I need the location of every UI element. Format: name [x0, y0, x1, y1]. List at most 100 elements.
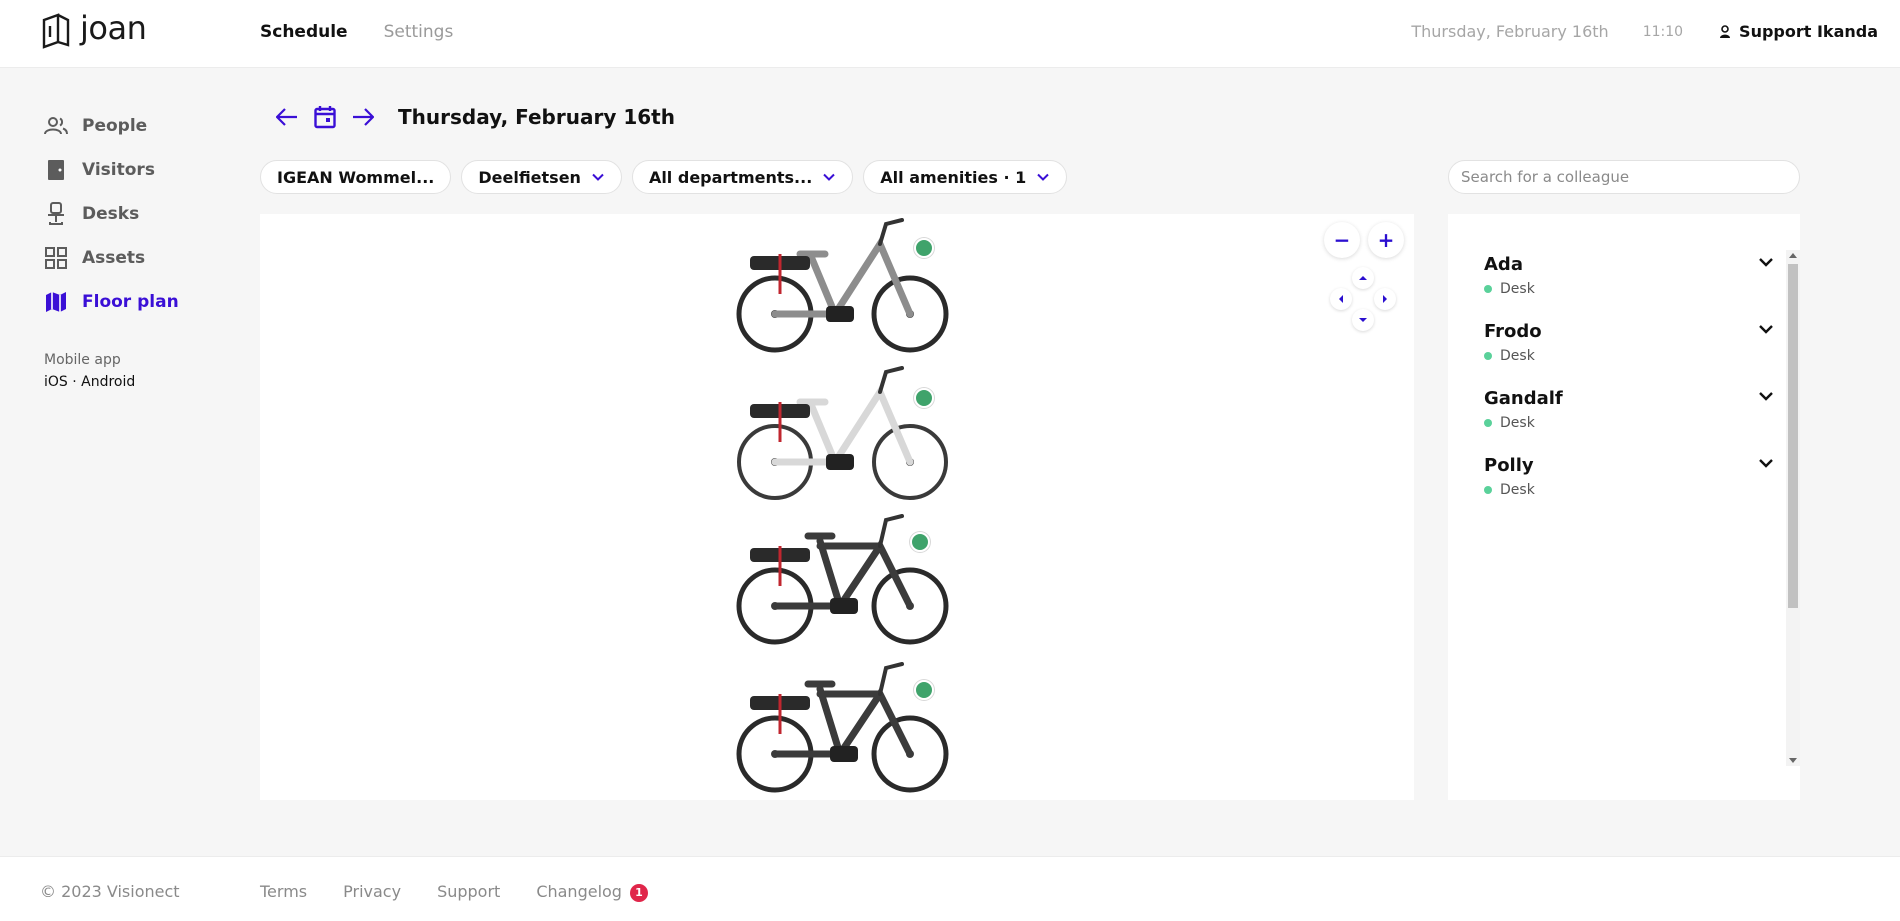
pan-left-button[interactable]: [1330, 288, 1352, 310]
chevron-down-icon[interactable]: [1758, 323, 1774, 335]
person-item[interactable]: Frodo Desk: [1484, 321, 1774, 364]
mobile-app-label: Mobile app: [44, 352, 121, 368]
status-dot: [1484, 352, 1492, 360]
person-name: Gandalf: [1484, 388, 1563, 409]
chevron-down-icon: [1037, 173, 1049, 181]
top-nav: Schedule Settings: [260, 22, 453, 42]
status-dot: [1484, 486, 1492, 494]
header-time: 11:10: [1642, 23, 1684, 40]
sidebar-item-label: Assets: [82, 248, 146, 268]
assignment-type: Desk: [1500, 281, 1535, 297]
sidebar-item-label: People: [82, 116, 148, 136]
tab-settings[interactable]: Settings: [384, 22, 454, 42]
colleague-search-input[interactable]: [1448, 160, 1800, 194]
person-item[interactable]: Gandalf Desk: [1484, 388, 1774, 431]
sidebar-item-assets[interactable]: Assets: [44, 236, 244, 280]
sidebar-item-people[interactable]: People: [44, 104, 244, 148]
bike-image-4[interactable]: [730, 654, 960, 794]
chair-icon: [44, 202, 68, 226]
changelog-badge: 1: [629, 883, 648, 902]
terms-link[interactable]: Terms: [260, 882, 307, 902]
chevron-down-icon[interactable]: [1758, 256, 1774, 268]
person-item[interactable]: Ada Desk: [1484, 254, 1774, 297]
pan-right-button[interactable]: [1374, 288, 1396, 310]
sidebar: People Visitors Desks Assets Floor plan …: [44, 104, 244, 390]
caret-left-icon: [1339, 295, 1343, 303]
changelog-link[interactable]: Changelog 1: [536, 882, 648, 902]
floor-filter[interactable]: Deelfietsen: [461, 160, 622, 194]
caret-up-icon: [1359, 276, 1367, 280]
sidebar-item-label: Desks: [82, 204, 140, 224]
departments-filter[interactable]: All departments...: [631, 160, 854, 194]
caret-right-icon: [1383, 295, 1387, 303]
floor-plan-map[interactable]: − +: [260, 214, 1414, 800]
mobile-app-section: Mobile app iOS · Android: [44, 352, 244, 390]
status-dot: [1484, 419, 1492, 427]
next-day-button[interactable]: [350, 102, 376, 132]
scroll-up-arrow[interactable]: [1789, 253, 1797, 258]
caret-down-icon: [1359, 318, 1367, 322]
location-filter-label: IGEAN Wommel...: [277, 167, 435, 187]
bike-image-3[interactable]: [730, 506, 960, 646]
pan-up-button[interactable]: [1352, 267, 1374, 289]
bike-image-1[interactable]: [730, 214, 960, 354]
prev-day-button[interactable]: [274, 102, 300, 132]
sidebar-item-visitors[interactable]: Visitors: [44, 148, 244, 192]
grid-icon: [44, 246, 68, 270]
person-name: Polly: [1484, 455, 1534, 476]
user-menu[interactable]: Support Ikanda: [1719, 22, 1878, 41]
privacy-link[interactable]: Privacy: [343, 882, 401, 902]
person-name: Frodo: [1484, 321, 1542, 342]
chevron-down-icon: [823, 173, 835, 181]
calendar-button[interactable]: [312, 102, 338, 132]
chevron-down-icon: [592, 173, 604, 181]
footer-links: Terms Privacy Support Changelog 1: [260, 882, 648, 902]
available-status-dot[interactable]: [914, 680, 934, 700]
person-name: Ada: [1484, 254, 1523, 275]
user-icon: [1720, 24, 1731, 38]
location-filter[interactable]: IGEAN Wommel...: [260, 160, 452, 194]
tab-schedule[interactable]: Schedule: [260, 22, 348, 42]
joan-logo[interactable]: joan: [40, 9, 147, 50]
door-icon: [44, 158, 68, 182]
selected-date: Thursday, February 16th: [398, 105, 675, 129]
assignment-type: Desk: [1500, 348, 1535, 364]
filter-bar: IGEAN Wommel... Deelfietsen All departme…: [260, 160, 1068, 194]
chevron-down-icon[interactable]: [1758, 390, 1774, 402]
pan-down-button[interactable]: [1352, 309, 1374, 331]
person-assignment: Desk: [1484, 482, 1774, 498]
calendar-icon: [314, 106, 336, 129]
sidebar-item-floor-plan[interactable]: Floor plan: [44, 280, 244, 324]
person-assignment: Desk: [1484, 348, 1774, 364]
arrow-left-icon: [276, 108, 297, 126]
people-panel: Ada Desk Frodo Desk Gandalf Desk Polly D…: [1448, 214, 1800, 800]
chevron-down-icon[interactable]: [1758, 457, 1774, 469]
support-link[interactable]: Support: [437, 882, 500, 902]
zoom-out-button[interactable]: −: [1324, 222, 1360, 258]
user-name: Support Ikanda: [1739, 22, 1878, 41]
people-scrollbar[interactable]: [1786, 250, 1800, 766]
sidebar-item-label: Floor plan: [82, 292, 179, 312]
top-header: joan Schedule Settings Thursday, Februar…: [0, 0, 1900, 68]
scroll-down-arrow[interactable]: [1789, 758, 1797, 763]
header-date: Thursday, February 16th: [1411, 22, 1609, 41]
changelog-label: Changelog: [536, 882, 622, 901]
person-assignment: Desk: [1484, 281, 1774, 297]
available-status-dot[interactable]: [914, 238, 934, 258]
available-status-dot[interactable]: [910, 532, 930, 552]
zoom-in-button[interactable]: +: [1368, 222, 1404, 258]
date-navigator: Thursday, February 16th: [274, 102, 675, 132]
sidebar-item-label: Visitors: [82, 160, 155, 180]
joan-logo-icon: [42, 13, 70, 49]
assignment-type: Desk: [1500, 415, 1535, 431]
amenities-filter[interactable]: All amenities · 1: [863, 160, 1068, 194]
departments-filter-label: All departments...: [648, 167, 813, 187]
bike-image-2[interactable]: [730, 362, 960, 502]
mobile-app-links[interactable]: iOS · Android: [44, 374, 244, 390]
available-status-dot[interactable]: [914, 388, 934, 408]
person-item[interactable]: Polly Desk: [1484, 455, 1774, 498]
assignment-type: Desk: [1500, 482, 1535, 498]
sidebar-item-desks[interactable]: Desks: [44, 192, 244, 236]
scroll-thumb[interactable]: [1788, 264, 1798, 608]
logo-text: joan: [80, 9, 147, 47]
